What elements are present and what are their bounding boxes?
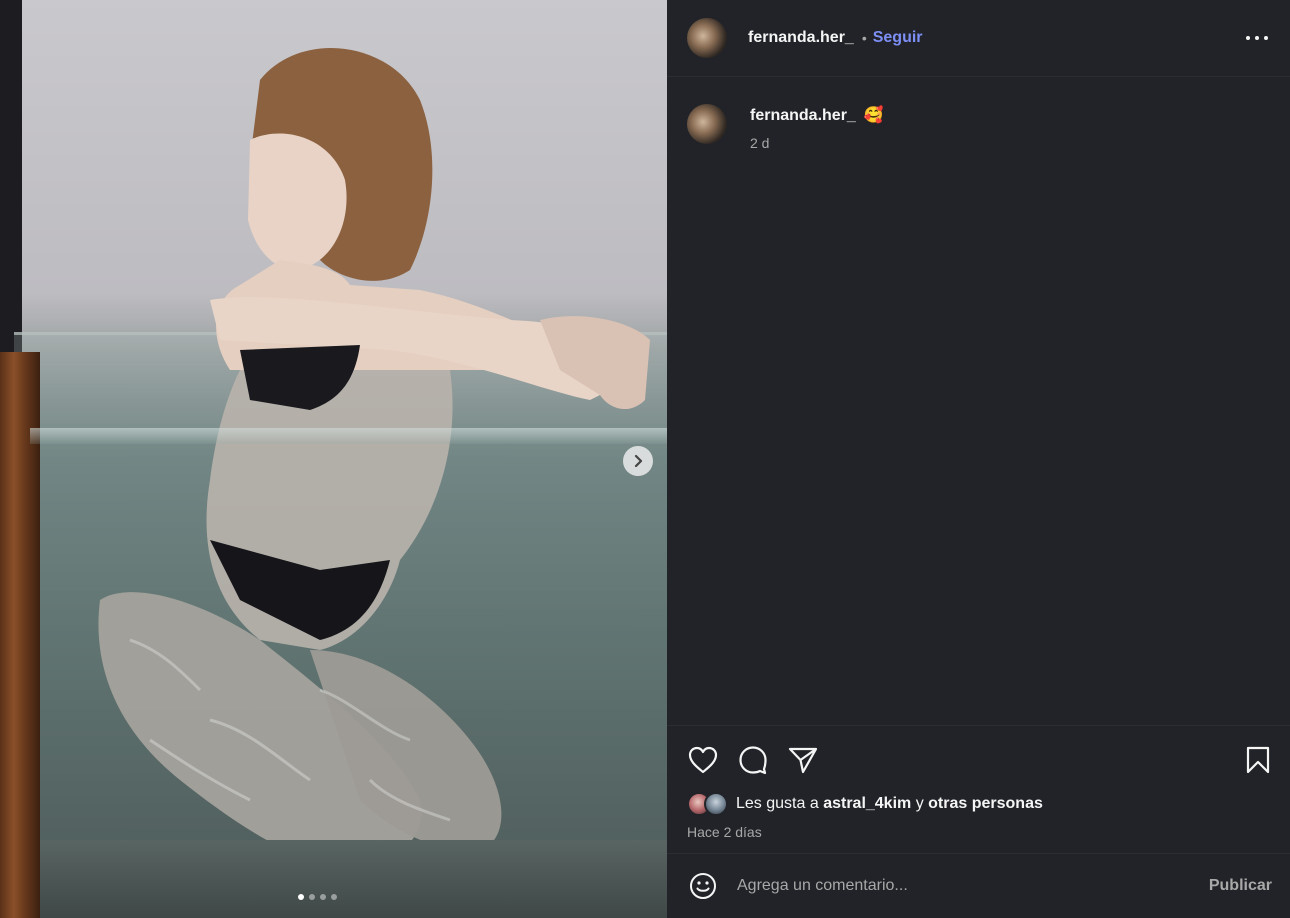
caption-section: fernanda.her_ 🥰 2 d [667, 77, 1290, 725]
header-separator: • [861, 30, 867, 46]
wall-shadow [0, 0, 22, 360]
share-button[interactable] [787, 744, 819, 776]
caption-timestamp[interactable]: 2 d [750, 135, 884, 151]
like-button[interactable] [687, 744, 719, 776]
liker-avatars[interactable] [687, 792, 731, 816]
more-options-button[interactable] [1246, 29, 1268, 47]
post-header: fernanda.her_ • Seguir [667, 0, 1290, 77]
emoji-icon [690, 873, 716, 899]
liker-avatar[interactable] [704, 792, 728, 816]
carousel-dot[interactable] [309, 894, 315, 900]
caption-emoji: 🥰 [863, 107, 884, 124]
comment-input[interactable] [737, 877, 1209, 895]
avatar[interactable] [687, 18, 727, 58]
caption-username[interactable]: fernanda.her_ [750, 107, 856, 125]
carousel-dot[interactable] [320, 894, 326, 900]
likes-summary: Les gusta a astral_4kim y otras personas [687, 792, 1270, 816]
action-icons [687, 744, 1270, 776]
header-username[interactable]: fernanda.her_ [748, 29, 854, 47]
likes-prefix: Les gusta a [736, 795, 819, 812]
likes-conj: y [915, 795, 924, 812]
save-button[interactable] [1242, 744, 1274, 776]
caption-row: fernanda.her_ 🥰 2 d [687, 104, 1270, 151]
bookmark-icon [1246, 746, 1270, 774]
caption-line: fernanda.her_ 🥰 [750, 107, 884, 125]
water-surface [30, 428, 667, 444]
caption-body: fernanda.her_ 🥰 2 d [750, 104, 884, 151]
likes-others-link[interactable]: otras personas [928, 795, 1043, 812]
carousel-indicators [298, 894, 337, 900]
comment-button[interactable] [737, 744, 769, 776]
comment-bar: Publicar [667, 853, 1290, 918]
tank-floor [40, 840, 667, 918]
caption-avatar[interactable] [687, 104, 727, 144]
likes-user-link[interactable]: astral_4kim [823, 795, 911, 812]
follow-button[interactable]: Seguir [873, 29, 923, 47]
post-media[interactable] [0, 0, 667, 918]
post-date[interactable]: Hace 2 días [687, 824, 1270, 840]
carousel-dot[interactable] [331, 894, 337, 900]
likes-text: Les gusta a astral_4kim y otras personas [736, 795, 1043, 813]
share-icon [788, 747, 818, 774]
more-icon [1246, 36, 1268, 40]
heart-icon [688, 746, 718, 774]
carousel-next-button[interactable] [623, 446, 653, 476]
actions-section: Les gusta a astral_4kim y otras personas… [667, 725, 1290, 853]
post-photo-figure [98, 47, 650, 870]
publish-button[interactable]: Publicar [1209, 877, 1272, 895]
emoji-button[interactable] [687, 870, 719, 902]
carousel-dot[interactable] [298, 894, 304, 900]
comment-icon [739, 746, 767, 775]
post-sidebar: fernanda.her_ • Seguir fernanda.her_ 🥰 2… [667, 0, 1290, 918]
next-icon [634, 454, 643, 468]
